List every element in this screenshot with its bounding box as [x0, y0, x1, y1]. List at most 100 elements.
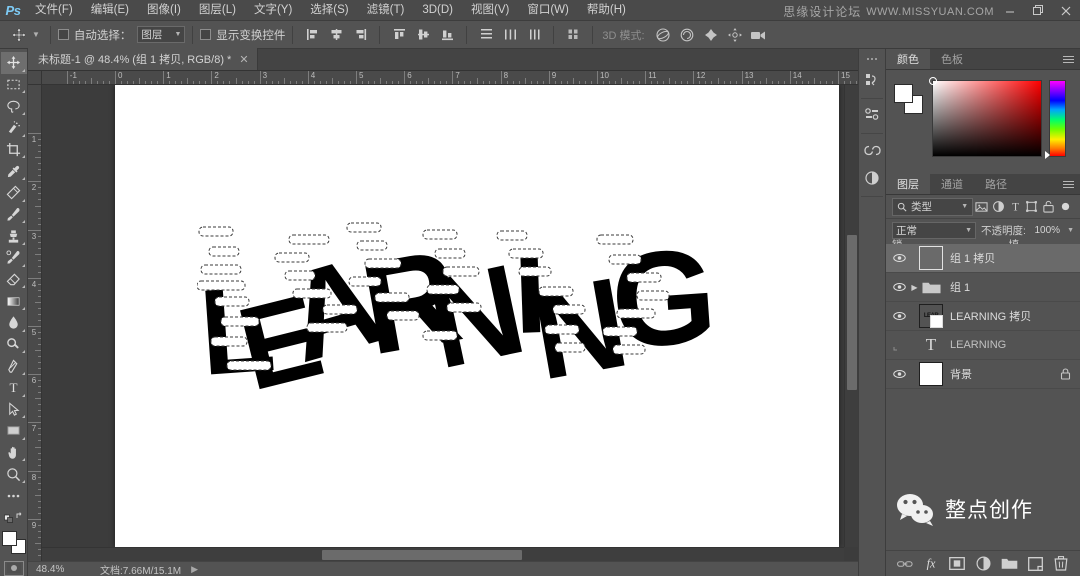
camera-3d-icon[interactable]: [748, 25, 770, 45]
new-group-folder-icon[interactable]: [1001, 554, 1018, 573]
pen-tool[interactable]: [1, 355, 27, 377]
menu-file[interactable]: 文件(F): [26, 0, 82, 21]
layer-name[interactable]: LEARNING: [950, 339, 1006, 351]
horizontal-ruler[interactable]: -1 0 1 2 3 4 5 6 7 8 9 10 11 12 13 14 15: [28, 71, 858, 85]
align-top-edges-button[interactable]: [388, 25, 410, 45]
show-transform-checkbox[interactable]: [200, 29, 212, 40]
close-icon[interactable]: ✕: [239, 53, 248, 66]
layer-name[interactable]: 组 1 拷贝: [950, 250, 995, 266]
table-row[interactable]: LEAR LEARNING 拷贝: [886, 302, 1080, 331]
tab-color[interactable]: 颜色: [886, 49, 930, 69]
tab-channels[interactable]: 通道: [930, 174, 974, 194]
scrollbar-thumb-horizontal[interactable]: [322, 550, 522, 560]
layer-visibility-toggle[interactable]: [888, 244, 910, 273]
path-selection-tool[interactable]: [1, 399, 27, 421]
filter-toggle-icon[interactable]: [1057, 198, 1074, 216]
layer-thumbnail[interactable]: [919, 362, 943, 386]
adjustments-panel-icon[interactable]: [859, 165, 885, 191]
clone-stamp-tool[interactable]: [1, 225, 27, 247]
delete-layer-trash-icon[interactable]: [1053, 554, 1070, 573]
tab-swatches[interactable]: 色板: [930, 49, 974, 69]
hue-slider[interactable]: [1045, 80, 1066, 159]
color-panel-menu-icon[interactable]: [1063, 49, 1074, 70]
properties-panel-icon[interactable]: [859, 102, 885, 128]
zoom-tool[interactable]: [1, 463, 27, 485]
crop-tool[interactable]: [1, 139, 27, 161]
menu-layer[interactable]: 图层(L): [190, 0, 245, 21]
rectangle-shape-tool[interactable]: [1, 420, 27, 442]
document-tab[interactable]: 未标题-1 @ 48.4% (组 1 拷贝, RGB/8) * ✕: [28, 48, 258, 70]
align-vertical-centers-button[interactable]: [412, 25, 434, 45]
menu-help[interactable]: 帮助(H): [578, 0, 635, 21]
layer-mask-thumbnail[interactable]: [930, 315, 943, 328]
filter-smart-object-icon[interactable]: [1040, 198, 1057, 216]
spot-healing-brush-tool[interactable]: [1, 182, 27, 204]
scrollbar-thumb-vertical[interactable]: [847, 235, 857, 390]
layer-visibility-toggle[interactable]: [888, 273, 910, 302]
auto-select-checkbox[interactable]: [57, 29, 69, 40]
orbit-3d-icon[interactable]: [652, 25, 674, 45]
zoom-level-field[interactable]: 48.4%: [28, 564, 90, 575]
layers-panel-menu-icon[interactable]: [1063, 174, 1074, 195]
eyedropper-tool[interactable]: [1, 160, 27, 182]
dodge-tool[interactable]: [1, 334, 27, 356]
roll-3d-icon[interactable]: [676, 25, 698, 45]
align-horizontal-centers-button[interactable]: [325, 25, 347, 45]
create-new-layer-icon[interactable]: [1027, 554, 1044, 573]
status-expand-icon[interactable]: ▶: [191, 564, 198, 575]
cc-libraries-panel-icon[interactable]: [859, 137, 885, 163]
filter-adjustment-icon[interactable]: [990, 198, 1007, 216]
canvas-viewport[interactable]: L L E A R N I N G: [42, 85, 844, 547]
move-tool-icon[interactable]: [6, 24, 32, 46]
gradient-tool[interactable]: [1, 290, 27, 312]
layer-group-folder-icon[interactable]: [919, 275, 943, 299]
color-panel-foreground-swatch[interactable]: [894, 84, 913, 103]
close-button[interactable]: [1052, 0, 1080, 21]
dock-grip-handle[interactable]: [864, 55, 880, 63]
canvas-horizontal-scrollbar[interactable]: [42, 547, 844, 561]
filter-shape-icon[interactable]: [1024, 198, 1041, 216]
link-layers-icon[interactable]: [897, 554, 914, 573]
quick-selection-tool[interactable]: [1, 117, 27, 139]
layer-name[interactable]: 背景: [950, 366, 972, 382]
edit-toolbar-button[interactable]: [1, 485, 27, 507]
table-row[interactable]: 背景: [886, 360, 1080, 389]
foreground-color-swatch[interactable]: [1, 531, 17, 547]
menu-3d[interactable]: 3D(D): [413, 0, 462, 21]
canvas-vertical-scrollbar[interactable]: [844, 85, 858, 547]
table-row[interactable]: ▶ 组 1: [886, 273, 1080, 302]
layer-thumbnail[interactable]: LEAR: [919, 304, 943, 328]
brush-tool[interactable]: [1, 204, 27, 226]
filter-type-dropdown[interactable]: 类型 ▼: [892, 197, 974, 216]
layer-type-thumbnail[interactable]: T: [919, 333, 943, 357]
artboard[interactable]: L L E A R N I N G: [115, 85, 839, 547]
menu-view[interactable]: 视图(V): [462, 0, 518, 21]
layer-thumbnail[interactable]: [919, 246, 943, 270]
opacity-value[interactable]: 100%: [1031, 222, 1062, 238]
filter-pixel-icon[interactable]: [973, 198, 990, 216]
rectangular-marquee-tool[interactable]: [1, 74, 27, 96]
minimize-button[interactable]: [996, 0, 1024, 21]
filter-type-layer-icon[interactable]: T: [1007, 198, 1024, 216]
menu-type[interactable]: 文字(Y): [245, 0, 301, 21]
menu-image[interactable]: 图像(I): [138, 0, 190, 21]
foreground-background-colors[interactable]: [1, 530, 27, 554]
artwork-learning[interactable]: L L E A R N I N G: [197, 205, 717, 405]
history-brush-tool[interactable]: [1, 247, 27, 269]
color-picker-handle[interactable]: [929, 77, 937, 85]
horizontal-type-tool[interactable]: T: [1, 377, 27, 399]
menu-select[interactable]: 选择(S): [301, 0, 357, 21]
move-tool[interactable]: [0, 52, 27, 74]
pan-3d-icon[interactable]: [700, 25, 722, 45]
menu-window[interactable]: 窗口(W): [518, 0, 578, 21]
eraser-tool[interactable]: [1, 269, 27, 291]
restore-button[interactable]: [1024, 0, 1052, 21]
history-panel-icon[interactable]: [859, 67, 885, 93]
distribute-spacing-button[interactable]: [562, 25, 584, 45]
opacity-slider-caret-icon[interactable]: ▼: [1067, 227, 1074, 234]
color-picker-field[interactable]: [929, 77, 1042, 157]
ruler-origin-corner[interactable]: [28, 71, 42, 85]
vertical-ruler[interactable]: 1 2 3 4 5 6 7 8 9: [28, 85, 42, 561]
new-adjustment-layer-icon[interactable]: [975, 554, 992, 573]
slide-3d-icon[interactable]: [724, 25, 746, 45]
